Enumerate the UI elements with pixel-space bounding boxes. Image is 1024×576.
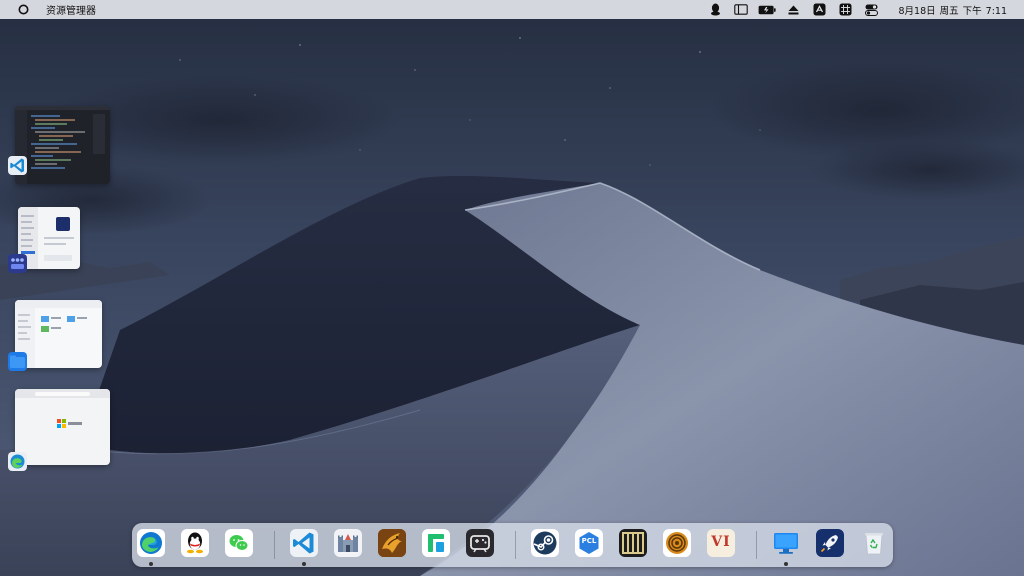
minecraft-icon [619,529,647,557]
dock-separator [756,531,757,559]
recycle-bin-icon [860,529,888,557]
dock-separator [274,531,275,559]
running-indicator [784,562,788,566]
qq-icon [181,529,209,557]
launchpad-icon [816,529,844,557]
dock-wechat[interactable] [225,529,253,557]
vscode-icon [290,529,318,557]
dock-edge[interactable] [137,529,165,566]
green-app-icon [422,529,450,557]
dock-minecraft[interactable] [619,529,647,557]
dock-dragon-game[interactable] [378,529,406,557]
grid-icon[interactable] [832,0,858,19]
clock-date: 8月18日 [898,5,936,17]
running-indicator [149,562,153,566]
window-thumbnail [15,300,102,368]
dock: PCL VI [132,523,893,567]
vi-icon: VI [707,529,735,557]
dock-pcl[interactable]: PCL [575,529,603,557]
dock-finder[interactable] [772,529,800,566]
dock-castle[interactable] [334,529,362,557]
edge-icon [137,529,165,557]
window-thumbnail [18,207,80,269]
clock-ampm: 下午 [962,5,982,17]
desktop-wallpaper [0,0,1024,576]
dock-steam[interactable] [531,529,559,557]
dock-separator [515,531,516,559]
settings-window[interactable] [8,207,80,275]
battery-icon[interactable] [754,0,780,19]
eject-icon[interactable] [780,0,806,19]
castle-icon [334,529,362,557]
dock-vscode[interactable] [290,529,318,566]
dock-vi[interactable]: VI [707,529,735,557]
panel-icon[interactable] [728,0,754,19]
ring-icon [663,529,691,557]
wechat-icon [225,529,253,557]
dock-green-app[interactable] [422,529,450,557]
app-store-icon [8,254,27,273]
clock-weekday: 周五 [939,5,959,17]
active-app-name[interactable]: 资源管理器 [46,2,96,17]
dragon-game-icon [378,529,406,557]
dock-ring[interactable] [663,529,691,557]
edge-icon [8,452,27,471]
dock-launchpad[interactable] [816,529,844,557]
vscode-window[interactable] [8,106,110,186]
vscode-icon [8,156,27,175]
folder-icon [8,352,27,371]
steam-icon [531,529,559,557]
running-indicator [302,562,306,566]
pcl-label: PCL [581,537,597,545]
window-thumbnail [15,389,110,465]
status-area: 8月18日 周五 下午 7:11 [702,0,1024,19]
window-thumbnail [15,106,110,184]
dock-game-controller[interactable] [466,529,494,557]
app-tray-icon[interactable] [806,0,832,19]
menu-bar: 资源管理器 8月18日 周五 下午 7:11 [0,0,1024,19]
system-logo-icon[interactable] [18,4,29,15]
edge-window[interactable] [8,389,110,473]
vi-label: VI [711,534,731,550]
pcl-icon: PCL [575,529,603,557]
clock[interactable]: 8月18日 周五 下午 7:11 [898,3,1007,17]
clock-time: 7:11 [985,5,1007,17]
game-controller-icon [466,529,494,557]
file-explorer-window[interactable] [8,300,102,372]
qq-tray-icon[interactable] [702,0,728,19]
control-center-icon[interactable] [858,0,884,19]
dock-recycle-bin[interactable] [860,529,888,557]
dock-qq[interactable] [181,529,209,557]
finder-icon [772,529,800,557]
